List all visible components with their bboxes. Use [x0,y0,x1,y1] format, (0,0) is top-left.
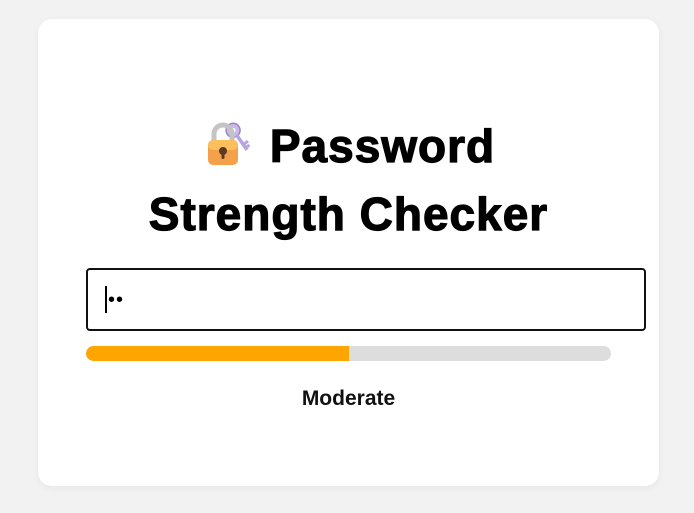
title-text-line-1: Password [269,119,496,172]
strength-label: Moderate [301,387,396,410]
title-line-1: Password [38,112,659,180]
strength-meter-fill [86,346,349,361]
page-title: Password Strength Checker [38,112,659,248]
text-caret [105,286,107,313]
password-input-wrapper[interactable] [86,268,646,331]
password-checker-card: Password Strength Checker Moderate [38,19,659,486]
title-line-2: Strength Checker [148,187,549,240]
password-input[interactable] [102,286,628,314]
locked-with-key-icon [202,118,252,168]
strength-meter [86,346,611,361]
